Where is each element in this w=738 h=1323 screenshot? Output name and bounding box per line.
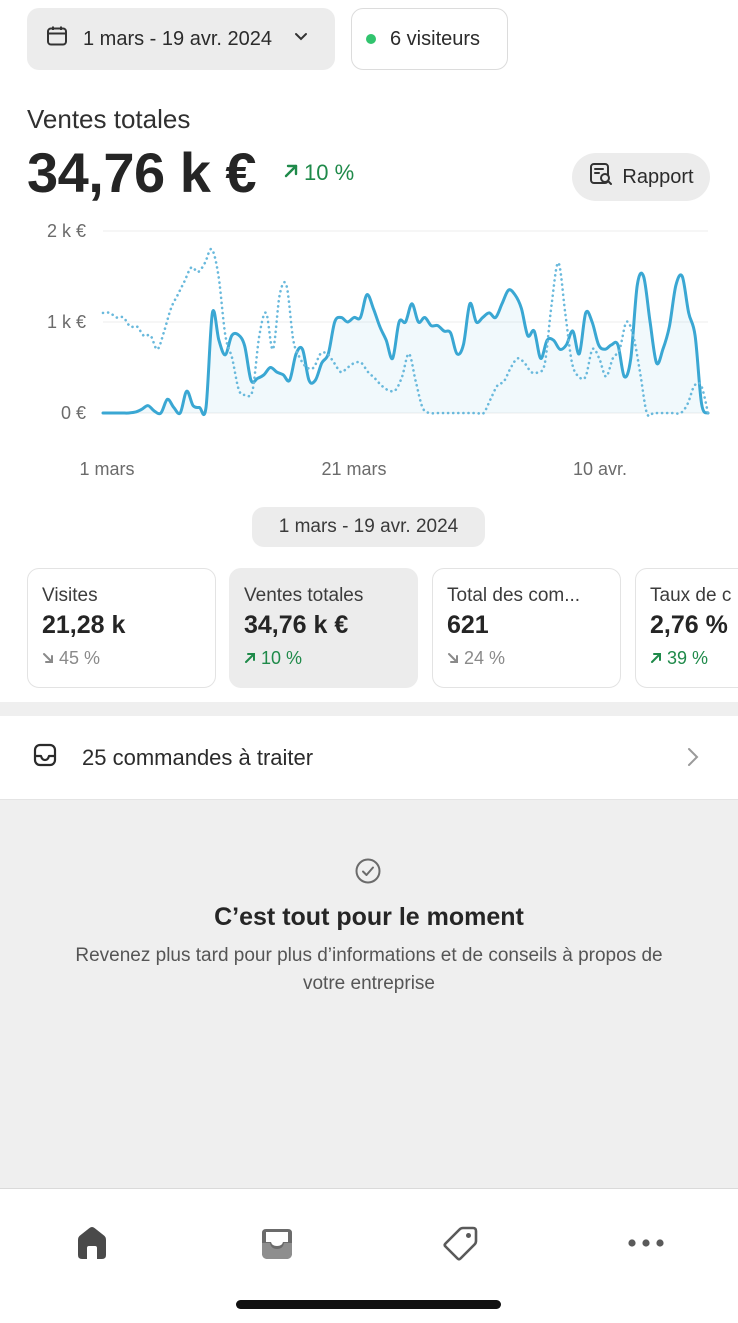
report-search-icon: [588, 161, 614, 193]
live-status-dot: [366, 34, 376, 44]
empty-state-subtitle: Revenez plus tard pour plus d’informatio…: [75, 945, 663, 994]
y-tick-label: 1 k €: [47, 312, 86, 332]
sales-trend-value: 10 %: [304, 160, 355, 185]
metrics-carousel[interactable]: Visites 21,28 k 45 % Ventes totales 34,7…: [27, 568, 738, 689]
home-indicator: [236, 1300, 501, 1309]
metric-card-total-orders[interactable]: Total des com... 621 24 %: [432, 568, 621, 688]
tag-icon: [441, 1223, 481, 1268]
metric-trend: 45 %: [42, 648, 201, 669]
metric-title: Visites: [42, 585, 98, 606]
metric-value: 621: [447, 611, 489, 639]
metric-title: Total des com...: [447, 585, 581, 606]
report-button[interactable]: Rapport: [572, 153, 710, 201]
nav-products[interactable]: [431, 1215, 491, 1275]
metric-trend: 39 %: [650, 648, 738, 669]
nav-more[interactable]: [616, 1215, 676, 1275]
metric-trend-value: 24 %: [464, 648, 506, 668]
chevron-right-icon: [686, 746, 700, 773]
inbox-icon: [257, 1223, 297, 1268]
metric-trend: 24 %: [447, 648, 606, 669]
visitors-label: 6 visiteurs: [390, 27, 481, 50]
sales-total-value: 34,76 k €: [27, 141, 257, 204]
sales-trend: 10 %: [282, 160, 354, 186]
x-tick-label: 10 avr.: [573, 459, 627, 479]
arrow-up-right-icon: [650, 648, 662, 669]
arrow-down-right-icon: [447, 648, 459, 669]
check-circle-icon: [354, 857, 382, 890]
chevron-down-icon: [292, 27, 310, 51]
home-icon: [72, 1223, 112, 1268]
inbox-icon: [32, 742, 58, 773]
arrow-down-right-icon: [42, 648, 54, 669]
sales-title: Ventes totales: [27, 104, 191, 134]
empty-state-title: C’est tout pour le moment: [214, 903, 524, 931]
metric-card-conversion-rate[interactable]: Taux de c 2,76 % 39 %: [635, 568, 738, 688]
orders-to-process-row[interactable]: 25 commandes à traiter: [0, 716, 738, 799]
nav-orders[interactable]: [247, 1215, 307, 1275]
chart-range-badge: 1 mars - 19 avr. 2024: [252, 507, 485, 547]
metric-title: Taux de c: [650, 585, 732, 606]
nav-home[interactable]: [62, 1215, 122, 1275]
more-icon: [626, 1236, 666, 1254]
top-bar: 1 mars - 19 avr. 2024 6 visiteurs: [27, 8, 738, 70]
arrow-up-right-icon: [282, 160, 300, 186]
x-tick-label: 21 mars: [321, 459, 386, 479]
metric-value: 21,28 k: [42, 611, 126, 639]
metric-title: Ventes totales: [244, 585, 364, 606]
metric-value: 34,76 k €: [244, 611, 349, 639]
metric-trend-value: 10 %: [261, 648, 303, 668]
calendar-icon: [45, 24, 69, 54]
metric-card-visits[interactable]: Visites 21,28 k 45 %: [27, 568, 216, 688]
y-tick-label: 2 k €: [47, 221, 86, 241]
metric-trend: 10 %: [244, 648, 403, 669]
metric-card-total-sales[interactable]: Ventes totales 34,76 k € 10 %: [229, 568, 418, 688]
date-range-picker[interactable]: 1 mars - 19 avr. 2024: [27, 8, 335, 70]
metric-trend-value: 39 %: [667, 648, 709, 668]
metric-value: 2,76 %: [650, 611, 728, 639]
sales-chart-svg: 2 k € 1 k € 0 € 1 mars 21 mars 10 avr.: [47, 221, 710, 479]
report-label: Rapport: [622, 165, 694, 188]
sales-chart: 2 k € 1 k € 0 € 1 mars 21 mars 10 avr.: [0, 215, 738, 485]
arrow-up-right-icon: [244, 648, 256, 669]
section-divider: [0, 702, 738, 716]
metric-trend-value: 45 %: [59, 648, 101, 668]
date-range-label: 1 mars - 19 avr. 2024: [83, 27, 272, 50]
orders-label: 25 commandes à traiter: [82, 744, 314, 770]
x-tick-label: 1 mars: [79, 459, 134, 479]
live-visitors-button[interactable]: 6 visiteurs: [351, 8, 508, 70]
y-tick-label: 0 €: [61, 403, 86, 423]
